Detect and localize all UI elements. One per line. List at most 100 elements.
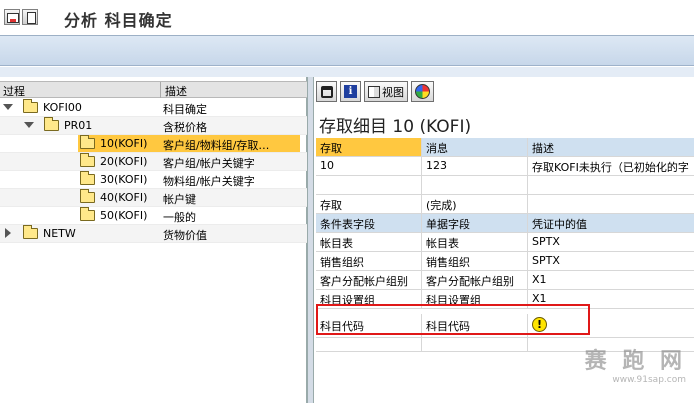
- tree-node-label: PR01: [64, 119, 93, 132]
- watermark-text: 赛 跑 网: [584, 348, 686, 374]
- field-row[interactable]: 科目设置组 科目设置组 X1: [316, 290, 694, 309]
- description-value: 存取KOFI未执行（已初始化的字: [532, 161, 689, 174]
- info-icon: i: [344, 85, 357, 98]
- tree-node-description: 一般的: [163, 211, 196, 224]
- document-value: SPTX: [532, 254, 560, 267]
- tree-column-process[interactable]: 过程: [3, 83, 25, 99]
- header-message[interactable]: 消息: [422, 138, 528, 156]
- system-menu-icon[interactable]: [4, 9, 20, 25]
- folder-icon: [80, 153, 95, 167]
- tree-node[interactable]: 30(KOFI) 物料组/帐户关键字: [0, 171, 307, 189]
- tree-column-description[interactable]: 描述: [165, 83, 187, 99]
- folder-icon: [80, 171, 95, 185]
- tree-node-description: 客户组/帐户关键字: [163, 157, 255, 170]
- blank-cell: [422, 176, 528, 194]
- tree-node-description: 物料组/帐户关键字: [163, 175, 255, 188]
- collapse-arrow-icon[interactable]: [3, 102, 13, 111]
- document-field: 销售组织: [422, 252, 528, 270]
- collapse-arrow-icon[interactable]: [24, 120, 34, 129]
- color-legend-button[interactable]: [411, 81, 434, 102]
- title-bar: 分析 科目确定: [0, 0, 694, 36]
- tree-header: 过程 描述: [0, 81, 307, 98]
- condition-field: 销售组织: [316, 252, 422, 270]
- folder-icon: [23, 99, 38, 113]
- header-condition-field[interactable]: 条件表字段: [316, 214, 422, 232]
- field-row[interactable]: 帐目表 帐目表 SPTX: [316, 233, 694, 252]
- tree-node[interactable]: PR01 含税价格: [0, 117, 307, 135]
- table2-header: 条件表字段 单据字段 凭证中的值: [316, 214, 694, 233]
- header-access[interactable]: 存取: [316, 138, 422, 156]
- blank-cell: [422, 333, 528, 351]
- info-button[interactable]: i: [340, 81, 361, 102]
- tree-node-description: 含税价格: [163, 121, 207, 134]
- window-title: 分析 科目确定: [64, 11, 173, 30]
- document-field: 科目设置组: [422, 290, 528, 308]
- watermark: 赛 跑 网 www.91sap.com: [585, 343, 686, 385]
- column-separator[interactable]: [160, 82, 161, 98]
- document-field: 客户分配帐户组别: [422, 271, 528, 289]
- tree-node-description: 货物价值: [163, 229, 207, 242]
- condition-field: 帐目表: [316, 233, 422, 251]
- header-document-value[interactable]: 凭证中的值: [528, 214, 694, 232]
- layout-menu-icon[interactable]: [22, 9, 38, 25]
- message-value: 123: [422, 157, 528, 175]
- view-icon: [368, 85, 380, 98]
- document-field: 帐目表: [422, 233, 528, 251]
- watermark-url: www.91sap.com: [612, 375, 686, 385]
- tree-node-label: 40(KOFI): [100, 191, 148, 204]
- tree-node[interactable]: NETW 货物价值: [0, 225, 307, 243]
- folder-icon: [23, 225, 38, 239]
- blank-cell: [528, 195, 694, 213]
- blank-cell: [316, 176, 422, 194]
- folder-icon: [80, 189, 95, 203]
- binoculars-button[interactable]: [316, 81, 337, 102]
- tree-node-label: KOFI00: [43, 101, 82, 114]
- detail-toolbar: i 视图: [316, 81, 434, 102]
- blank-cell: [316, 333, 422, 351]
- tree-node-description: 帐户键: [163, 193, 196, 206]
- warning-icon: !: [532, 317, 547, 332]
- field-row[interactable]: 销售组织 销售组织 SPTX: [316, 252, 694, 271]
- status-label: 存取: [316, 195, 422, 213]
- splitter[interactable]: [307, 77, 314, 403]
- tree-node[interactable]: 20(KOFI) 客户组/帐户关键字: [0, 153, 307, 171]
- tree-node-label: 50(KOFI): [100, 209, 148, 222]
- tree-node-description: 科目确定: [163, 103, 207, 116]
- folder-icon: [80, 135, 95, 149]
- tree-node[interactable]: 50(KOFI) 一般的: [0, 207, 307, 225]
- header-document-field[interactable]: 单据字段: [422, 214, 528, 232]
- condition-field: 科目设置组: [316, 290, 422, 308]
- document-value: SPTX: [532, 235, 560, 248]
- status-value: (完成): [422, 195, 528, 213]
- detail-heading: 存取细目 10 (KOFI): [319, 117, 472, 137]
- tree-node[interactable]: 10(KOFI) 客户组/物料组/存取…: [0, 135, 307, 153]
- process-tree-panel: 过程 描述 KOFI00 科目确定 PR01 含税价格 10(KOFI) 客户组/物料组/…: [0, 77, 307, 403]
- table1-row[interactable]: 10 123 存取KOFI未执行（已初始化的字: [316, 157, 694, 176]
- table1-header: 存取 消息 描述: [316, 138, 694, 157]
- document-value: X1: [532, 273, 547, 286]
- tree-node-label: 30(KOFI): [100, 173, 148, 186]
- application-toolbar: [0, 36, 694, 66]
- document-value: X1: [532, 292, 547, 305]
- binoculars-icon: [320, 85, 333, 98]
- expand-arrow-icon[interactable]: [3, 228, 12, 238]
- condition-field: 客户分配帐户组别: [316, 271, 422, 289]
- tree-node-label: 10(KOFI): [100, 137, 148, 150]
- tree-node-label: NETW: [43, 227, 76, 240]
- tree-node[interactable]: 40(KOFI) 帐户键: [0, 189, 307, 207]
- toolbar-spacer: [0, 67, 694, 77]
- blank-row: [316, 176, 694, 195]
- tree-node-label: 20(KOFI): [100, 155, 148, 168]
- status-row: 存取 (完成): [316, 195, 694, 214]
- folder-icon: [80, 207, 95, 221]
- view-button-label: 视图: [382, 85, 404, 99]
- color-wheel-icon: [415, 84, 430, 99]
- view-button[interactable]: 视图: [364, 81, 408, 102]
- header-description[interactable]: 描述: [528, 138, 694, 156]
- blank-cell: [528, 176, 694, 194]
- field-row[interactable]: 客户分配帐户组别 客户分配帐户组别 X1: [316, 271, 694, 290]
- tree-node[interactable]: KOFI00 科目确定: [0, 99, 307, 117]
- tree-node-description: 客户组/物料组/存取…: [163, 139, 270, 152]
- access-value: 10: [316, 157, 422, 175]
- folder-icon: [44, 117, 59, 131]
